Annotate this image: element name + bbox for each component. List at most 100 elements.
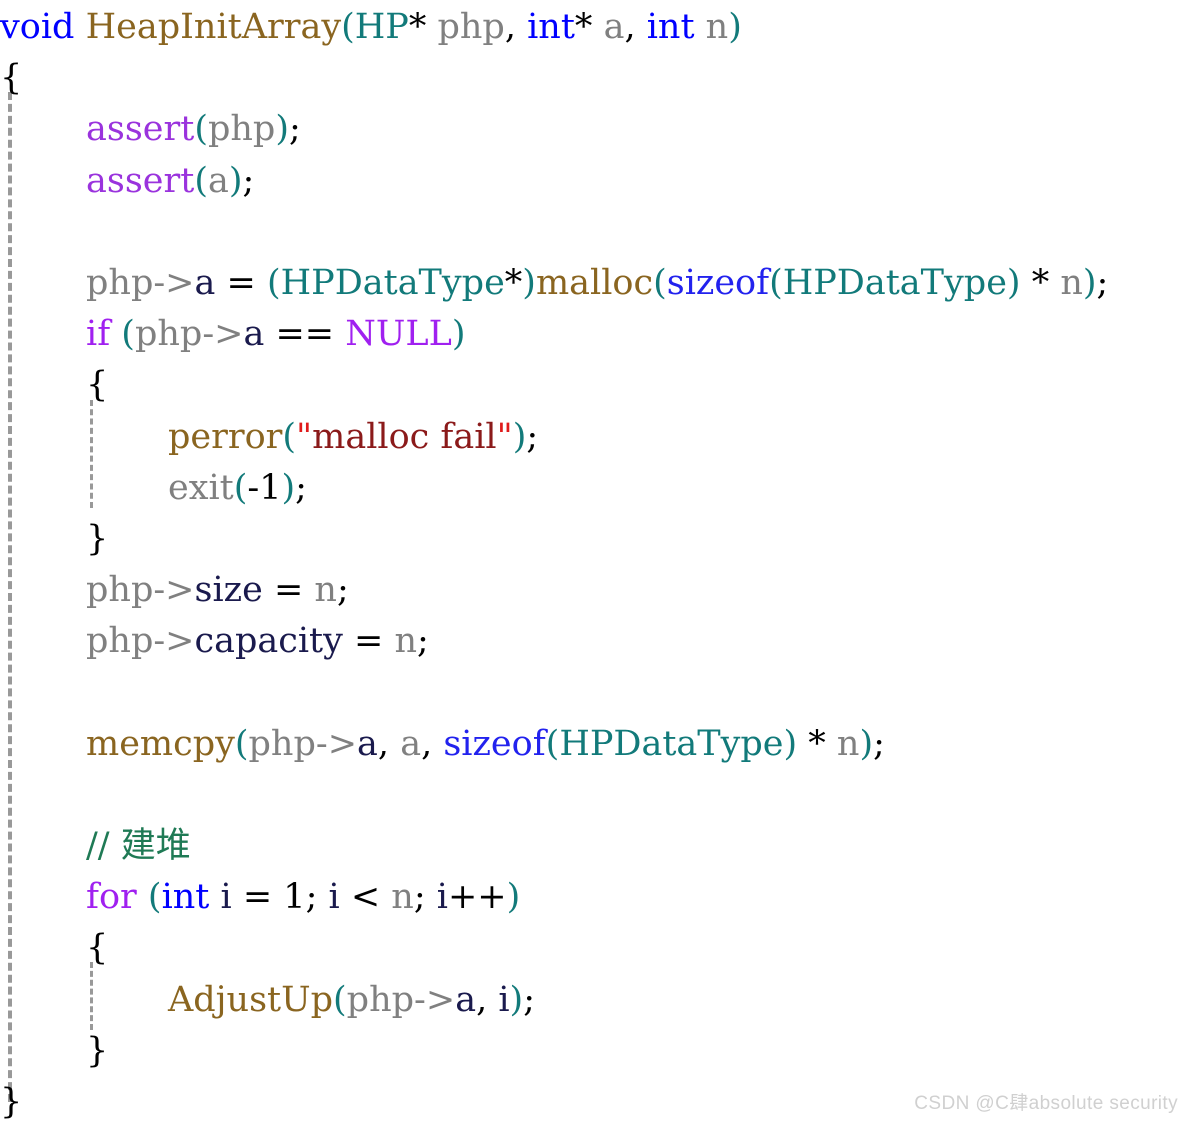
code-token-paren: ( — [233, 467, 248, 508]
code-token-punct: = — [262, 570, 315, 611]
code-token-punct: ; — [526, 416, 539, 457]
code-token-paren: ) — [859, 723, 874, 764]
code-token-type: HP — [354, 7, 409, 47]
code-token-quote: " — [496, 416, 513, 457]
code-line[interactable]: } — [0, 1026, 1192, 1077]
code-token-punct: ; — [413, 877, 437, 918]
code-line[interactable]: assert(a); — [0, 156, 1192, 207]
code-token-member: a — [243, 314, 265, 355]
code-token-punct: , — [476, 979, 499, 1020]
code-line[interactable]: // 建堆 — [0, 821, 1192, 872]
code-line[interactable]: AdjustUp(php->a, i); — [0, 975, 1192, 1026]
code-token-var: php — [248, 723, 316, 764]
code-token-punct: } — [0, 1081, 23, 1122]
code-token-macro: assert — [86, 160, 195, 201]
code-token-punct: -1 — [247, 467, 282, 508]
code-token-paren: ( — [282, 416, 297, 457]
code-token-function: memcpy — [86, 723, 235, 764]
code-line[interactable]: php->size = n; — [0, 565, 1192, 616]
code-token-paren: ) — [1006, 262, 1021, 303]
code-line[interactable]: { — [0, 923, 1192, 974]
code-token-var: php — [437, 7, 505, 47]
csdn-watermark: CSDN @C肆absolute security — [914, 1093, 1178, 1114]
code-token-keyword: int — [646, 7, 695, 47]
code-token-punct: == — [264, 314, 346, 355]
code-token-var: -> — [153, 570, 195, 611]
code-line[interactable]: { — [0, 53, 1192, 104]
code-token-keyword: void — [0, 7, 75, 47]
code-token-member: i — [220, 877, 232, 918]
code-token-sizeof: sizeof — [666, 262, 770, 303]
code-token-paren: ) — [728, 7, 742, 47]
code-token-var: php — [86, 262, 154, 303]
code-line[interactable]: void HeapInitArray(HP* php, int* a, int … — [0, 2, 1192, 53]
code-token-paren: ( — [769, 262, 783, 303]
code-token-paren: ( — [121, 314, 135, 355]
code-line[interactable]: php->capacity = n; — [0, 616, 1192, 667]
code-line[interactable]: } — [0, 514, 1192, 565]
code-token-keyword: int — [527, 7, 575, 47]
code-token-var: -> — [315, 723, 358, 764]
code-token-function: perror — [168, 416, 283, 457]
code-token-paren: ( — [341, 7, 355, 47]
code-token-punct: ; — [523, 979, 535, 1020]
code-line[interactable]: for (int i = 1; i < n; i++) — [0, 872, 1192, 923]
code-token-punct: , — [377, 723, 401, 764]
code-token-member: i — [498, 979, 510, 1020]
code-token-punct: ; — [288, 109, 301, 150]
code-token-punct: = — [215, 262, 267, 303]
code-token-paren: ) — [509, 979, 524, 1020]
code-line[interactable]: perror("malloc fail"); — [0, 412, 1192, 463]
code-token-type: HPDataType — [782, 262, 1007, 303]
code-token-paren: ) — [228, 160, 243, 201]
code-token-punct: = — [342, 621, 395, 662]
code-token-var: n — [394, 621, 418, 662]
code-token-control: for — [86, 877, 137, 918]
code-token-var: -> — [202, 314, 244, 355]
code-token-var: php — [346, 979, 415, 1020]
code-token-var: php — [86, 621, 154, 662]
code-block[interactable]: void HeapInitArray(HP* php, int* a, int … — [0, 0, 1192, 1128]
code-token-punct: * — [408, 7, 427, 47]
code-token-punct: ; — [1096, 262, 1109, 303]
code-token-punct: { — [86, 928, 109, 969]
code-token-function: malloc — [535, 262, 654, 303]
code-line[interactable] — [0, 770, 1192, 821]
code-token-keyword: int — [161, 877, 210, 918]
code-line[interactable] — [0, 667, 1192, 718]
code-token-paren: ) — [281, 467, 296, 508]
code-token-member: a — [357, 723, 378, 764]
code-line[interactable]: memcpy(php->a, a, sizeof(HPDataType) * n… — [0, 719, 1192, 770]
code-token-punct: * — [797, 723, 837, 764]
code-token-punct: ; — [417, 621, 429, 662]
code-token-punct: < — [339, 877, 392, 918]
code-token-paren: ) — [512, 416, 527, 457]
code-snippet-canvas: void HeapInitArray(HP* php, int* a, int … — [0, 0, 1192, 1123]
code-token-control: if — [86, 314, 111, 355]
code-token-var: a — [603, 7, 625, 47]
code-token-paren: ) — [1082, 262, 1097, 303]
code-token-punct: * — [574, 7, 593, 47]
code-token-paren: ( — [194, 160, 208, 201]
code-line[interactable]: { — [0, 360, 1192, 411]
code-token-punct: * — [504, 262, 523, 303]
code-line[interactable] — [0, 207, 1192, 258]
code-token-var: -> — [414, 979, 456, 1020]
code-token-var: -> — [153, 621, 195, 662]
code-token-var: n — [1060, 262, 1083, 303]
code-line[interactable]: exit(-1); — [0, 463, 1192, 514]
code-token-punct: ; — [295, 467, 307, 508]
code-token-member: a — [455, 979, 477, 1020]
code-token-var: a — [207, 160, 229, 201]
code-token-punct: ; — [305, 877, 329, 918]
code-line[interactable]: if (php->a == NULL) — [0, 309, 1192, 360]
code-token-paren: ) — [506, 877, 521, 918]
code-line[interactable]: php->a = (HPDataType*)malloc(sizeof(HPDa… — [0, 258, 1192, 309]
code-line[interactable]: assert(php); — [0, 104, 1192, 155]
